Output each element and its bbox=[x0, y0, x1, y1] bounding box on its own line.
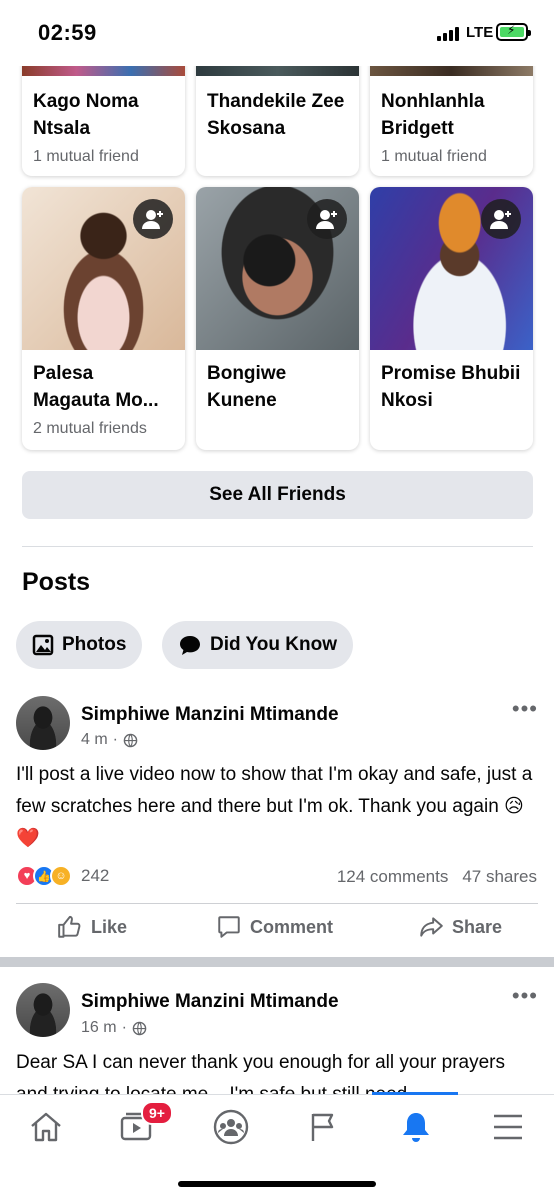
post-stats: 124 comments 47 shares bbox=[337, 867, 537, 887]
share-button[interactable]: Share bbox=[418, 914, 502, 940]
friend-photo bbox=[22, 187, 185, 350]
did-you-know-chip-label: Did You Know bbox=[210, 634, 338, 655]
add-friend-button[interactable] bbox=[307, 199, 347, 239]
care-reaction-icon: ☺ bbox=[50, 865, 72, 887]
divider bbox=[16, 903, 538, 904]
post-actions: Like Comment Share bbox=[0, 914, 554, 948]
friend-mutual-count: 1 mutual friend bbox=[381, 148, 487, 165]
author-avatar[interactable] bbox=[16, 983, 70, 1037]
speech-bubble-icon bbox=[180, 636, 200, 655]
friend-name: Thandekile Zee Skosana bbox=[207, 91, 345, 139]
notifications-bell-icon[interactable] bbox=[396, 1107, 436, 1147]
home-icon[interactable] bbox=[26, 1107, 66, 1147]
thumbs-up-icon bbox=[58, 915, 81, 938]
author-avatar[interactable] bbox=[16, 696, 70, 750]
friend-photo bbox=[196, 187, 359, 350]
comment-label: Comment bbox=[250, 916, 334, 937]
more-options-icon[interactable]: ••• bbox=[512, 983, 538, 1009]
photos-icon bbox=[32, 634, 54, 656]
add-friend-icon bbox=[142, 210, 163, 229]
add-friend-icon bbox=[316, 210, 337, 229]
friend-mutual-count: 2 mutual friends bbox=[33, 420, 147, 437]
reaction-summary[interactable]: ♥ 👍 ☺ 242 bbox=[16, 865, 109, 887]
post-text: Dear SA I can never thank you enough for… bbox=[16, 1052, 505, 1094]
friend-photo bbox=[370, 187, 533, 350]
did-you-know-chip[interactable]: Did You Know bbox=[162, 621, 354, 669]
divider bbox=[22, 546, 533, 547]
friend-name: Promise Bhubii Nkosi bbox=[381, 363, 521, 411]
comment-icon bbox=[218, 916, 240, 938]
more-options-icon[interactable]: ••• bbox=[512, 696, 538, 722]
network-label: LTE bbox=[466, 24, 494, 41]
add-friend-button[interactable] bbox=[481, 199, 521, 239]
friend-card[interactable]: Palesa Magauta Mo... 2 mutual friends bbox=[22, 187, 185, 450]
friend-card[interactable]: Bongiwe Kunene bbox=[196, 187, 359, 450]
share-arrow-icon bbox=[420, 917, 443, 937]
groups-icon[interactable] bbox=[211, 1107, 251, 1147]
cell-signal-icon bbox=[437, 26, 459, 41]
battery-charging-icon bbox=[496, 23, 531, 41]
friend-name: Bongiwe Kunene bbox=[207, 363, 287, 411]
like-button[interactable]: Like bbox=[57, 914, 127, 940]
friend-card[interactable]: Kago Noma Ntsala 1 mutual friend bbox=[22, 54, 185, 176]
comment-button[interactable]: Comment bbox=[216, 914, 333, 940]
status-time: 02:59 bbox=[38, 20, 97, 45]
post-author[interactable]: Simphiwe Manzini Mtimande bbox=[81, 704, 339, 726]
add-friend-button[interactable] bbox=[133, 199, 173, 239]
add-friend-icon bbox=[490, 210, 511, 229]
like-label: Like bbox=[91, 916, 128, 937]
globe-icon bbox=[123, 733, 138, 747]
comment-count[interactable]: 124 comments bbox=[337, 867, 449, 887]
friend-name: Palesa Magauta Mo... bbox=[33, 363, 159, 411]
home-indicator bbox=[178, 1181, 376, 1187]
post-text: I'll post a live video now to show that … bbox=[16, 764, 533, 849]
section-divider bbox=[0, 957, 554, 967]
posts-section-title: Posts bbox=[22, 568, 91, 596]
globe-icon bbox=[132, 1021, 147, 1035]
status-bar: 02:59 LTE bbox=[0, 0, 554, 66]
video-notification-badge: 9+ bbox=[141, 1101, 173, 1125]
share-label: Share bbox=[452, 916, 503, 937]
share-count[interactable]: 47 shares bbox=[462, 867, 537, 887]
post-time: 16 m bbox=[81, 1019, 117, 1036]
friend-card[interactable]: Thandekile Zee Skosana bbox=[196, 54, 359, 176]
reaction-count: 242 bbox=[81, 866, 110, 885]
photos-chip[interactable]: Photos bbox=[16, 621, 143, 669]
post-meta: 16 m · bbox=[81, 1019, 147, 1037]
active-tab-indicator bbox=[372, 1092, 458, 1095]
see-all-friends-button[interactable]: See All Friends bbox=[22, 471, 533, 519]
pages-flag-icon[interactable] bbox=[303, 1107, 343, 1147]
friend-mutual-count: 1 mutual friend bbox=[33, 148, 139, 165]
post-author[interactable]: Simphiwe Manzini Mtimande bbox=[81, 991, 339, 1013]
friend-name: Nonhlanhla Bridgett bbox=[381, 91, 485, 139]
menu-icon[interactable] bbox=[488, 1107, 528, 1147]
photos-chip-label: Photos bbox=[62, 634, 127, 655]
post-meta: 4 m · bbox=[81, 731, 138, 749]
post-time: 4 m bbox=[81, 731, 108, 748]
friend-name: Kago Noma Ntsala bbox=[33, 91, 139, 139]
friend-card[interactable]: Nonhlanhla Bridgett 1 mutual friend bbox=[370, 54, 533, 176]
friend-card[interactable]: Promise Bhubii Nkosi bbox=[370, 187, 533, 450]
